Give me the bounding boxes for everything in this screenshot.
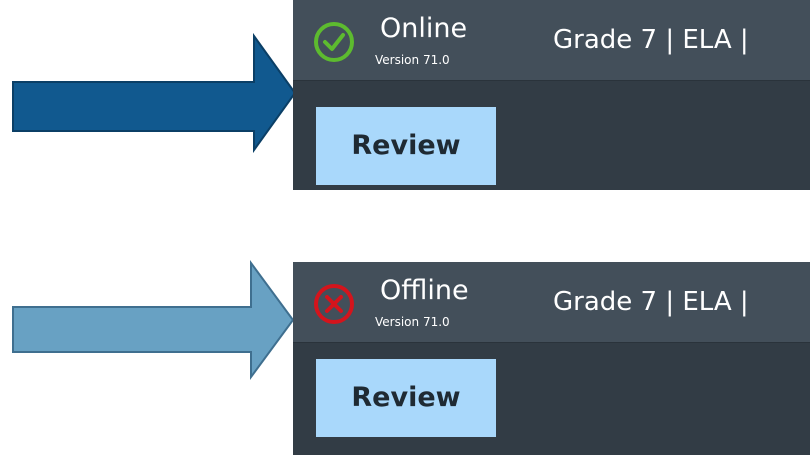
connection-status: Online	[380, 13, 468, 44]
review-button[interactable]: Review	[316, 107, 496, 185]
status-bar: Online Version 71.0 Grade 7 | ELA |	[293, 0, 810, 81]
version-label: Version 71.0	[375, 315, 450, 329]
connection-status: Offline	[380, 275, 469, 306]
pointer-arrow-icon	[12, 260, 295, 380]
review-button[interactable]: Review	[316, 359, 496, 437]
x-circle-icon	[314, 284, 354, 324]
pointer-arrow-icon	[12, 33, 297, 153]
check-circle-icon	[314, 22, 354, 62]
grade-subject-label: Grade 7 | ELA |	[553, 287, 749, 317]
grade-subject-label: Grade 7 | ELA |	[553, 25, 749, 55]
online-state-panel: Online Version 71.0 Grade 7 | ELA | Revi…	[293, 0, 810, 190]
status-bar: Offline Version 71.0 Grade 7 | ELA |	[293, 262, 810, 343]
offline-state-panel: Offline Version 71.0 Grade 7 | ELA | Rev…	[293, 262, 810, 455]
version-label: Version 71.0	[375, 53, 450, 67]
